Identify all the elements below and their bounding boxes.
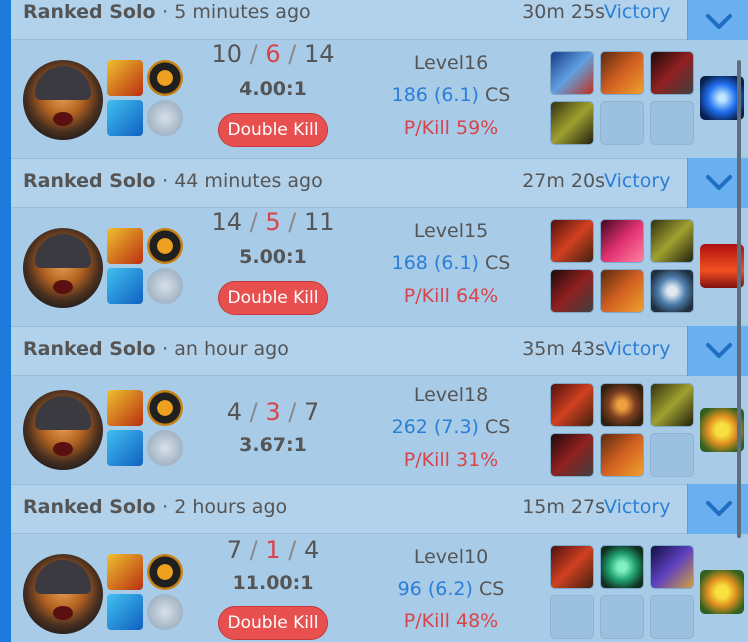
precision-rune-icon [147,228,183,264]
match-result: Victory [604,170,671,192]
queue-type: Ranked Solo · 5 minutes ago [23,1,311,23]
match-body: 7 / 1 / 4 11.00:1 Double Kill Level10 96… [11,534,748,642]
trinket-slot[interactable] [700,570,744,614]
match-body: 14 / 5 / 11 5.00:1 Double Kill Level15 1… [11,208,748,326]
match-duration: 35m 43s [522,338,605,360]
kda-ratio: 11.00:1 [232,572,314,594]
match-header: Ranked Solo · an hour ago 35m 43s Victor… [11,326,748,376]
match-result: Victory [604,1,671,23]
match-body: 4 / 3 / 7 3.67:1 Level18 262 (7.3) CS P/… [11,376,748,484]
item-slot[interactable] [550,545,594,589]
chevron-down-icon [706,501,732,516]
secondary-rune-icon [147,268,183,304]
creep-score: 96 (6.2) CS [397,578,505,600]
creep-score: 262 (7.3) CS [391,416,511,438]
champion-avatar[interactable] [23,60,103,140]
flash-icon [107,430,143,466]
kill-participation: P/Kill 48% [403,610,499,632]
match-header: Ranked Solo · 2 hours ago 15m 27s Victor… [11,484,748,534]
queue-type: Ranked Solo · 44 minutes ago [23,170,323,192]
champion-level: Level10 [413,546,489,568]
item-slot[interactable] [600,545,644,589]
precision-rune-icon [147,390,183,426]
item-slot[interactable] [600,219,644,263]
multikill-badge: Double Kill [218,113,328,147]
item-slot[interactable] [550,383,594,427]
chevron-down-icon [706,343,732,358]
item-slot-empty [600,101,644,145]
item-slot[interactable] [550,51,594,95]
queue-type: Ranked Solo · an hour ago [23,338,289,360]
item-slot-empty [650,433,694,477]
match-duration: 15m 27s [522,496,605,518]
kda-ratio: 3.67:1 [239,434,307,456]
item-slot[interactable] [600,51,644,95]
kill-participation: P/Kill 64% [403,285,499,307]
champion-level: Level15 [413,220,489,242]
item-slot-empty [550,595,594,639]
flash-icon [107,100,143,136]
ignite-icon [107,390,143,426]
item-slot[interactable] [650,51,694,95]
kda-line: 14 / 5 / 11 [211,208,335,236]
item-slot[interactable] [650,219,694,263]
creep-score: 168 (6.1) CS [391,252,511,274]
kda-ratio: 4.00:1 [239,78,307,100]
match-result: Victory [604,338,671,360]
precision-rune-icon [147,60,183,96]
chevron-down-icon [706,14,732,29]
item-slot[interactable] [550,269,594,313]
item-slot[interactable] [650,269,694,313]
match-header: Ranked Solo · 5 minutes ago 30m 25s Vict… [11,0,748,40]
flash-icon [107,268,143,304]
scrollbar[interactable] [737,60,741,538]
match-result: Victory [604,496,671,518]
item-slot[interactable] [600,433,644,477]
win-accent-bar [0,0,11,642]
kda-line: 7 / 1 / 4 [226,536,320,564]
kda-line: 10 / 6 / 14 [211,40,335,68]
kda-ratio: 5.00:1 [239,246,307,268]
secondary-rune-icon [147,430,183,466]
item-slot[interactable] [550,433,594,477]
multikill-badge: Double Kill [218,281,328,315]
kill-participation: P/Kill 31% [403,449,499,471]
flash-icon [107,594,143,630]
champion-avatar[interactable] [23,228,103,308]
item-slot[interactable] [650,383,694,427]
match-duration: 30m 25s [522,1,605,23]
ignite-icon [107,60,143,96]
kill-participation: P/Kill 59% [403,117,499,139]
item-slot[interactable] [600,269,644,313]
item-slot[interactable] [650,545,694,589]
champion-avatar[interactable] [23,390,103,470]
ignite-icon [107,228,143,264]
item-slot-empty [600,595,644,639]
multikill-badge: Double Kill [218,606,328,640]
precision-rune-icon [147,554,183,590]
item-slot-empty [650,595,694,639]
chevron-down-icon [706,175,732,190]
champion-avatar[interactable] [23,554,103,634]
match-body: 10 / 6 / 14 4.00:1 Double Kill Level16 1… [11,40,748,158]
queue-type: Ranked Solo · 2 hours ago [23,496,288,518]
item-slot[interactable] [550,101,594,145]
item-slot-empty [650,101,694,145]
secondary-rune-icon [147,100,183,136]
ignite-icon [107,554,143,590]
creep-score: 186 (6.1) CS [391,84,511,106]
secondary-rune-icon [147,594,183,630]
item-slot[interactable] [600,383,644,427]
match-duration: 27m 20s [522,170,605,192]
kda-line: 4 / 3 / 7 [226,398,320,426]
item-slot[interactable] [550,219,594,263]
champion-level: Level16 [413,52,489,74]
match-header: Ranked Solo · 44 minutes ago 27m 20s Vic… [11,158,748,208]
expand-button[interactable] [687,0,748,40]
champion-level: Level18 [413,384,489,406]
